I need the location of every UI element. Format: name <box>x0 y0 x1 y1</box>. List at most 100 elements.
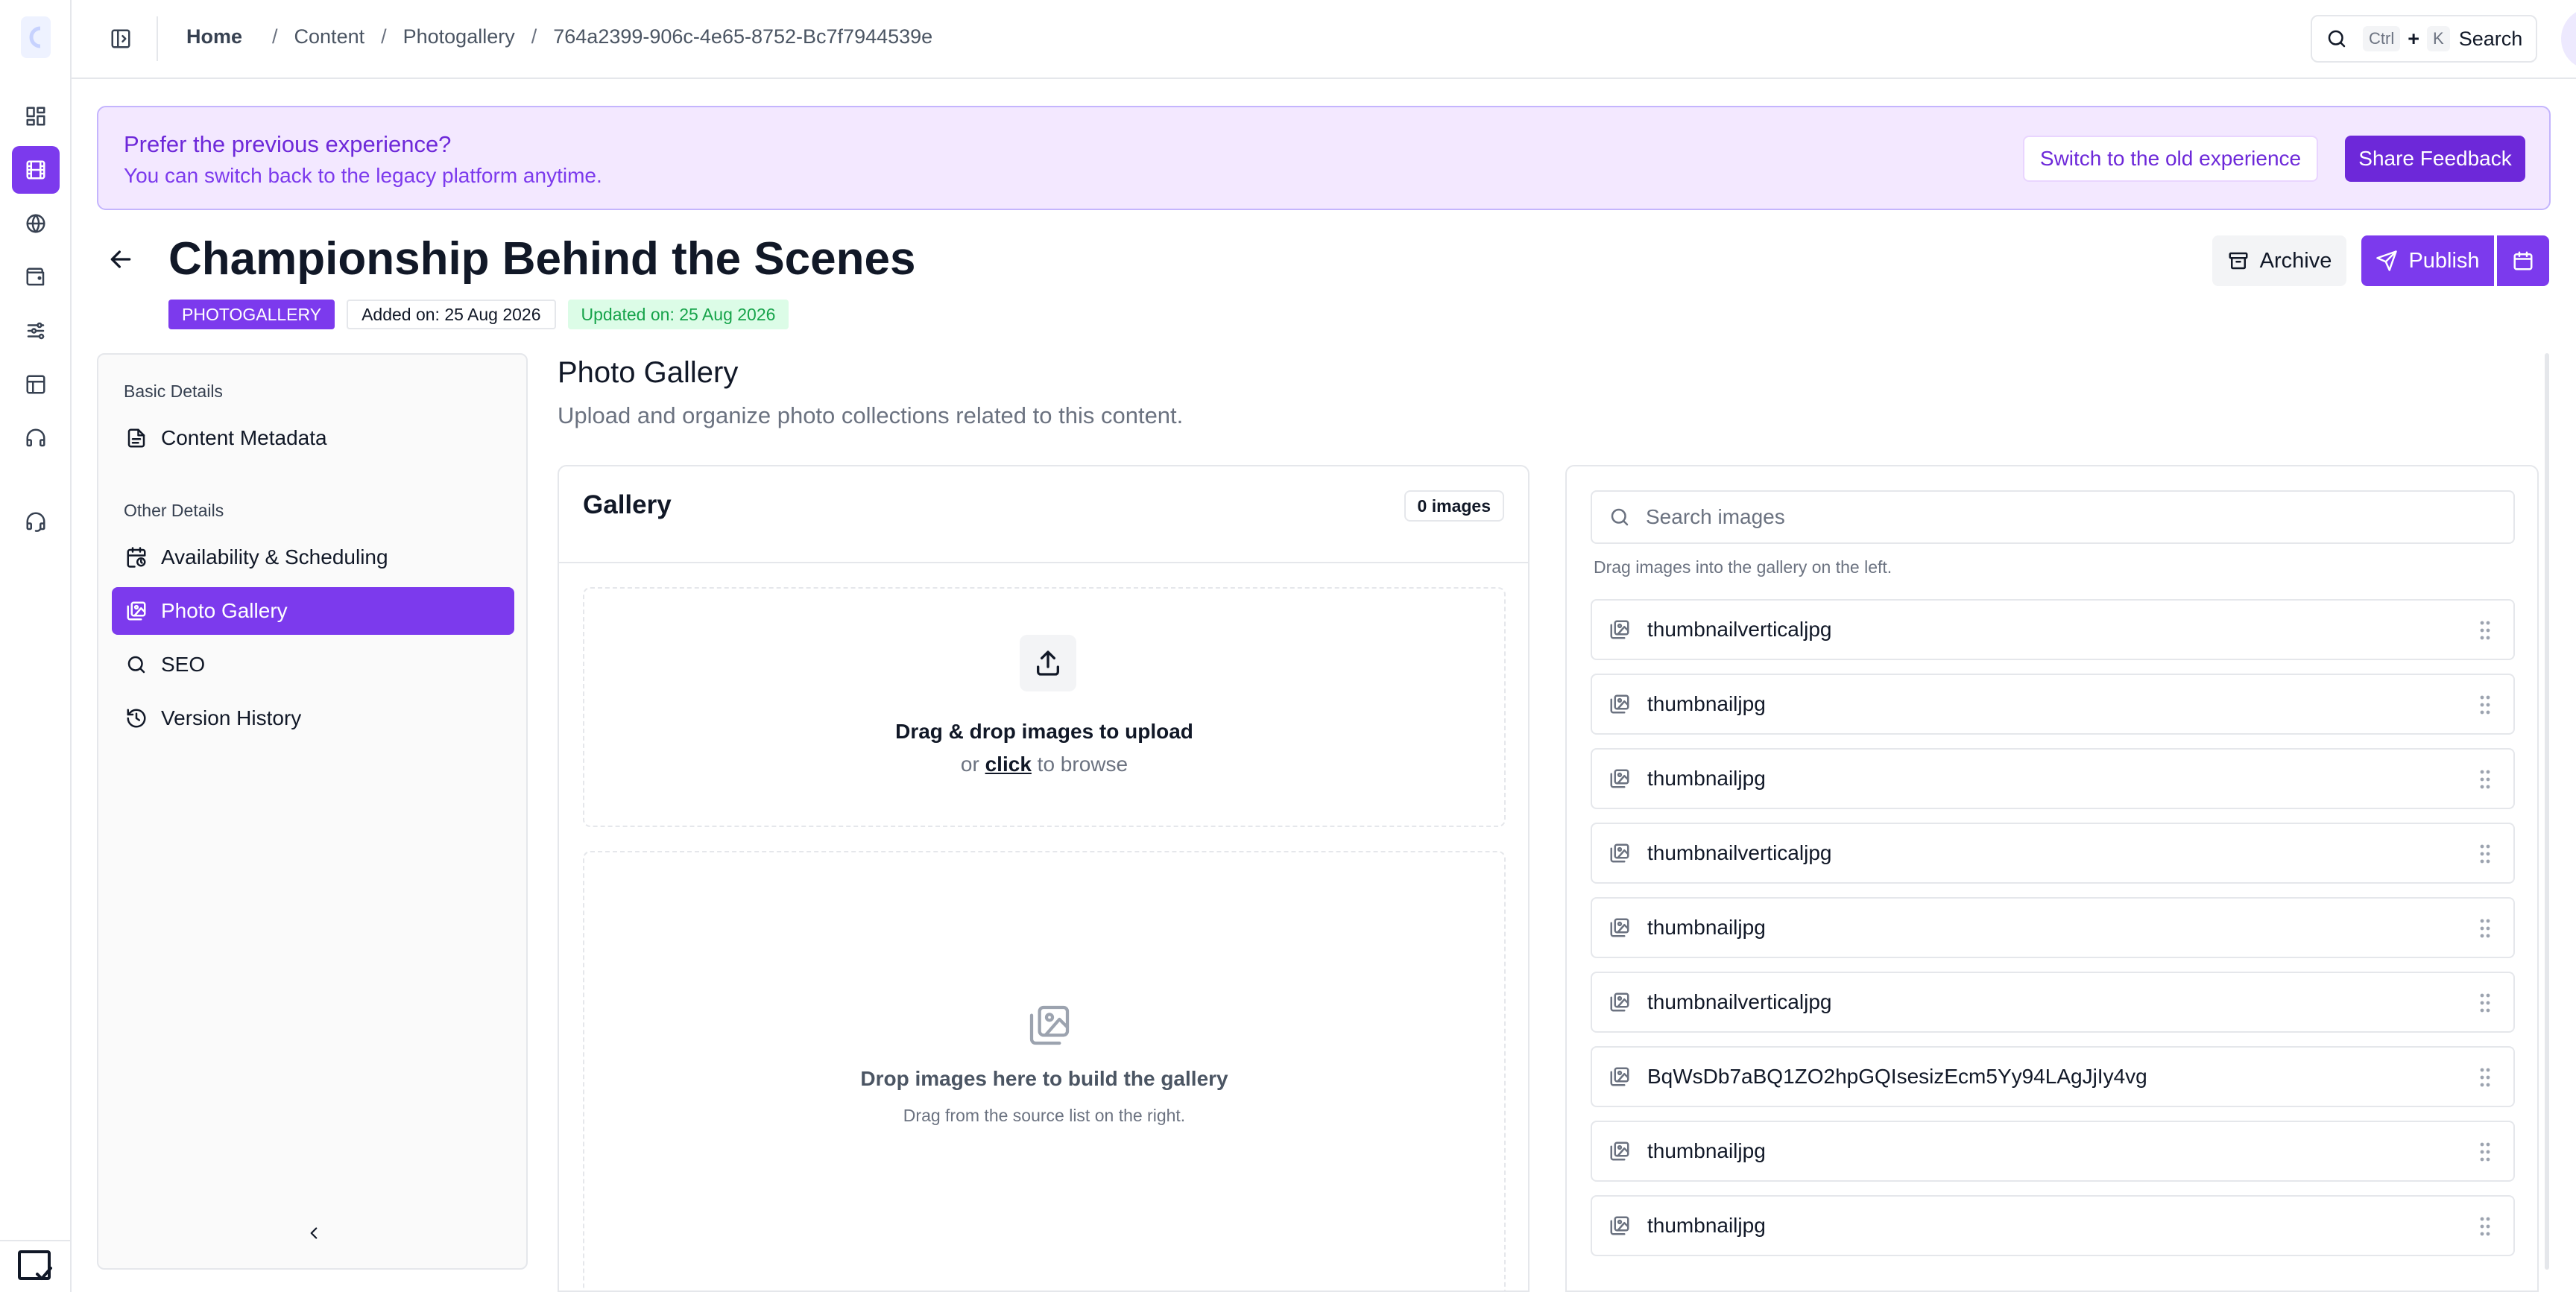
drag-handle-icon[interactable] <box>2479 1141 2491 1162</box>
calendar-icon <box>2512 250 2534 272</box>
image-name: thumbnailjpg <box>1647 692 1766 715</box>
gallery-build-dropzone[interactable]: Drop images here to build the gallery Dr… <box>583 851 1506 1291</box>
list-item[interactable]: thumbnailverticaljpg <box>1591 599 2515 660</box>
chevron-left-icon[interactable] <box>304 1223 323 1243</box>
image-name: thumbnailjpg <box>1647 1139 1766 1162</box>
upload-rest: to browse <box>1037 753 1128 776</box>
banner-subtitle: You can switch back to the legacy platfo… <box>124 164 602 187</box>
banner-title: Prefer the previous experience? <box>124 131 452 157</box>
sidenav-item-label: Version History <box>161 706 302 729</box>
list-item[interactable]: thumbnailverticaljpg <box>1591 823 2515 884</box>
search-icon <box>2326 28 2348 50</box>
app-rail <box>0 0 72 1292</box>
switch-old-experience-button[interactable]: Switch to the old experience <box>2023 136 2318 182</box>
breadcrumb-separator: / <box>272 25 278 48</box>
drag-handle-icon[interactable] <box>2479 620 2491 641</box>
sidenav-item-seo[interactable]: SEO <box>112 641 514 688</box>
drag-handle-icon[interactable] <box>2479 918 2491 939</box>
sidenav-item-label: Availability & Scheduling <box>161 545 388 569</box>
upload-or: or <box>960 753 979 776</box>
breadcrumb-current: 764a2399-906c-4e65-8752-Bc7f7944539e <box>553 25 933 48</box>
back-arrow-icon[interactable] <box>106 244 136 274</box>
image-icon <box>1609 1065 1631 1088</box>
list-item[interactable]: thumbnailjpg <box>1591 1121 2515 1182</box>
schedule-publish-button[interactable] <box>2497 235 2549 286</box>
layout-icon[interactable] <box>12 361 60 408</box>
list-item[interactable]: thumbnailverticaljpg <box>1591 972 2515 1033</box>
gallery-title: Gallery <box>583 490 672 519</box>
drag-handle-icon[interactable] <box>2479 992 2491 1013</box>
image-name: thumbnailverticaljpg <box>1647 618 1832 641</box>
drag-handle-icon[interactable] <box>2479 1067 2491 1088</box>
archive-icon <box>2227 250 2250 272</box>
drag-handle-icon[interactable] <box>2479 694 2491 715</box>
kbd-ctrl: Ctrl <box>2363 26 2401 51</box>
section-basic-details: Basic Details <box>124 381 223 401</box>
send-icon <box>2375 250 2398 272</box>
breadcrumb-separator: / <box>381 25 387 48</box>
dropzone-subtitle: Drag from the source list on the right. <box>903 1106 1186 1125</box>
image-icon <box>1609 1215 1631 1237</box>
image-search-field[interactable] <box>1591 490 2515 544</box>
breadcrumb-home[interactable]: Home <box>186 25 242 48</box>
sidenav-item-version-history[interactable]: Version History <box>112 694 514 742</box>
divider <box>157 16 158 61</box>
support-icon[interactable] <box>12 498 60 545</box>
sliders-icon[interactable] <box>12 307 60 355</box>
list-item[interactable]: thumbnailjpg <box>1591 897 2515 958</box>
avatar[interactable]: GS <box>2561 7 2576 70</box>
globe-icon[interactable] <box>12 200 60 247</box>
upload-dropzone[interactable]: Drag & drop images to upload or click to… <box>583 587 1506 827</box>
search-icon <box>1609 506 1631 528</box>
film-icon[interactable] <box>12 146 60 194</box>
sidenav-item-label: Photo Gallery <box>161 599 288 622</box>
browse-link[interactable]: click <box>985 753 1032 776</box>
kbd-k: K <box>2427 26 2450 51</box>
list-item[interactable]: thumbnailjpg <box>1591 674 2515 735</box>
images-icon <box>1026 1001 1073 1049</box>
list-item[interactable]: thumbnailjpg <box>1591 1195 2515 1256</box>
screen-check-icon[interactable] <box>0 1240 72 1292</box>
image-icon <box>1609 767 1631 790</box>
list-item[interactable]: BqWsDb7aBQ1ZO2hpGQIsesizEcm5Yy94LAgJjIy4… <box>1591 1046 2515 1107</box>
drag-handle-icon[interactable] <box>2479 843 2491 864</box>
drag-handle-icon[interactable] <box>2479 1216 2491 1237</box>
image-search-input[interactable] <box>1646 505 2466 529</box>
drag-handle-icon[interactable] <box>2479 769 2491 790</box>
image-name: thumbnailjpg <box>1647 1214 1766 1237</box>
image-icon <box>1609 1140 1631 1162</box>
file-text-icon <box>125 427 148 449</box>
headphones-icon[interactable] <box>12 414 60 462</box>
global-search-button[interactable]: Ctrl + K Search <box>2311 15 2537 63</box>
publish-button[interactable]: Publish <box>2361 235 2494 286</box>
kbd-plus: + <box>2408 27 2419 50</box>
history-icon <box>125 707 148 729</box>
page-scrollbar[interactable] <box>2545 353 2549 1270</box>
gallery-header: Gallery 0 images <box>559 466 1528 563</box>
meta-badges: PHOTOGALLERY Added on: 25 Aug 2026 Updat… <box>168 300 789 329</box>
list-item[interactable]: thumbnailjpg <box>1591 748 2515 809</box>
archive-label: Archive <box>2259 248 2332 273</box>
dashboard-icon[interactable] <box>12 92 60 140</box>
archive-button[interactable]: Archive <box>2212 235 2346 286</box>
image-icon <box>1609 916 1631 939</box>
source-image-list: thumbnailverticaljpg thumbnailjpg thumbnai… <box>1591 599 2515 1270</box>
section-description: Upload and organize photo collections re… <box>558 402 1184 428</box>
breadcrumb-content[interactable]: Content <box>294 25 365 48</box>
source-hint: Drag images into the gallery on the left… <box>1594 557 1892 577</box>
images-icon <box>125 600 148 622</box>
wallet-icon[interactable] <box>12 253 60 301</box>
image-icon <box>1609 693 1631 715</box>
sidenav-item-content-metadata[interactable]: Content Metadata <box>112 414 514 462</box>
sidenav-item-label: Content Metadata <box>161 426 327 449</box>
image-name: thumbnailverticaljpg <box>1647 990 1832 1013</box>
image-name: thumbnailverticaljpg <box>1647 841 1832 864</box>
sidebar-toggle-icon[interactable] <box>101 19 140 58</box>
image-name: thumbnailjpg <box>1647 916 1766 939</box>
share-feedback-button[interactable]: Share Feedback <box>2345 136 2525 182</box>
sidenav-item-availability[interactable]: Availability & Scheduling <box>112 533 514 581</box>
sidenav-item-label: SEO <box>161 653 206 676</box>
sidenav-item-photo-gallery[interactable]: Photo Gallery <box>112 587 514 635</box>
breadcrumb: Home / Content / Photogallery / 764a2399… <box>186 25 932 48</box>
breadcrumb-photogallery[interactable]: Photogallery <box>403 25 515 48</box>
